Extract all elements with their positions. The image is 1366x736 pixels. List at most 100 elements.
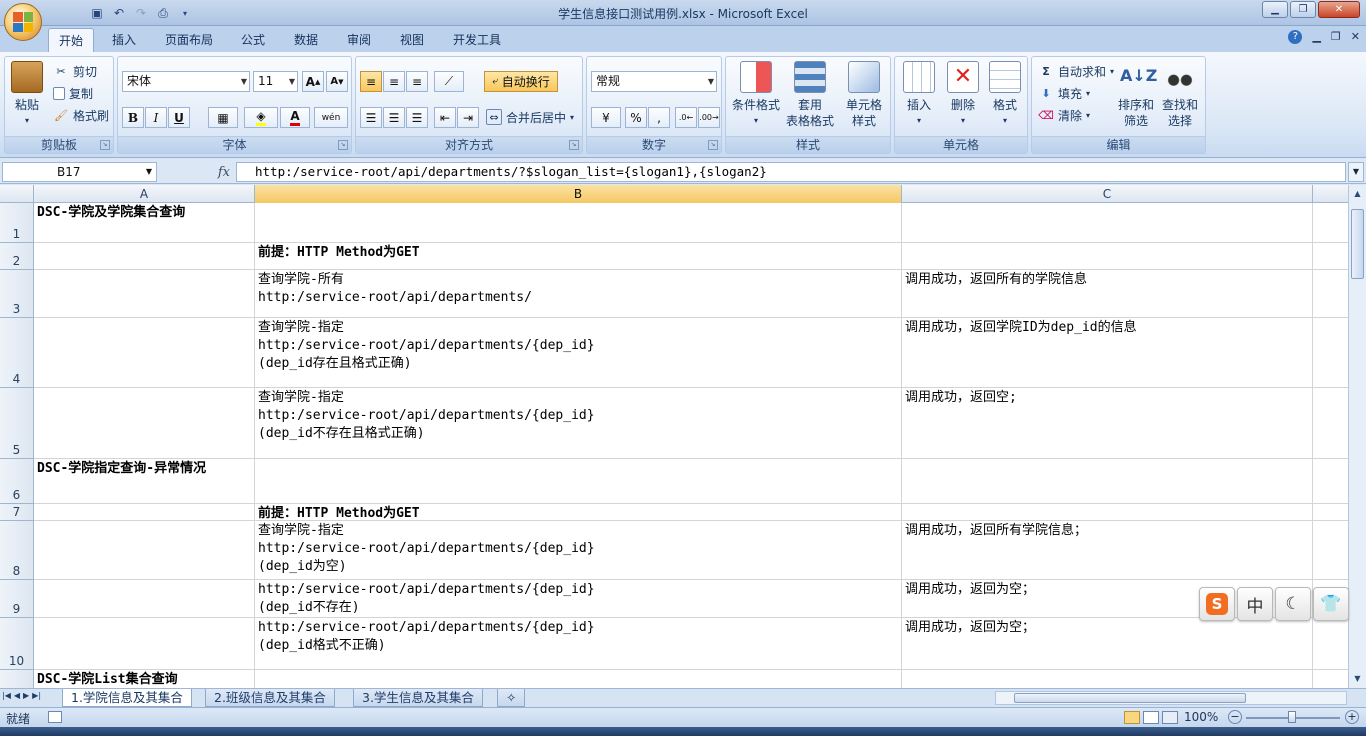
cell-b[interactable]: http:/service-root/api/departments/{dep_… — [255, 618, 902, 670]
cell-d[interactable] — [1313, 459, 1348, 504]
cell-c[interactable]: 调用成功，返回空; — [902, 388, 1313, 459]
row-header[interactable]: 8 — [0, 521, 34, 580]
zoom-out-icon[interactable]: − — [1228, 710, 1242, 724]
italic-button[interactable]: I — [145, 107, 167, 128]
column-header-b[interactable]: B — [255, 185, 902, 203]
insert-sheet-button[interactable]: ✧ — [497, 689, 525, 707]
sogou-logo-icon[interactable]: S — [1199, 587, 1235, 621]
row-header[interactable]: 2 — [0, 243, 34, 270]
font-color-button[interactable]: A — [280, 107, 310, 128]
row-header[interactable]: 6 — [0, 459, 34, 504]
cut-button[interactable]: ✂ 剪切 — [53, 61, 97, 81]
prev-sheet-icon[interactable]: ◀ — [14, 691, 20, 700]
skin-shirt-icon[interactable]: 👕 — [1313, 587, 1349, 621]
cell-a[interactable] — [34, 521, 255, 580]
macro-record-icon[interactable] — [48, 711, 62, 723]
cell-c[interactable] — [902, 243, 1313, 270]
cell-d[interactable] — [1313, 270, 1348, 318]
select-all-corner[interactable] — [0, 185, 34, 203]
cell-b[interactable] — [255, 670, 902, 688]
decrease-indent-button[interactable]: ⇤ — [434, 107, 456, 128]
cell-b[interactable]: 前提：HTTP Method为GET — [255, 243, 902, 270]
page-break-view-icon[interactable] — [1162, 711, 1178, 724]
cell-c[interactable]: 调用成功，返回所有学院信息； — [902, 521, 1313, 580]
cell-c[interactable] — [902, 459, 1313, 504]
align-middle-button[interactable]: ≡ — [383, 71, 405, 92]
orientation-button[interactable]: ⟋ — [434, 71, 464, 92]
cell-a[interactable] — [34, 270, 255, 318]
tab-page-layout[interactable]: 页面布局 — [155, 28, 223, 52]
sheet-tab-2[interactable]: 2.班级信息及其集合 — [205, 689, 335, 707]
ribbon-minimize-icon[interactable]: ▁ — [1312, 30, 1320, 44]
vertical-scroll-thumb[interactable] — [1351, 209, 1364, 279]
cell-d[interactable] — [1313, 318, 1348, 388]
cell-a[interactable] — [34, 618, 255, 670]
formula-input[interactable]: http:/service-root/api/departments/?$slo… — [236, 162, 1346, 182]
cell-c[interactable] — [902, 504, 1313, 521]
scroll-down-icon[interactable]: ▼ — [1351, 672, 1364, 686]
alignment-launcher-icon[interactable]: ↘ — [569, 140, 579, 150]
insert-function-button[interactable]: fx — [160, 162, 236, 182]
tab-home[interactable]: 开始 — [48, 28, 95, 52]
cell-b[interactable]: 查询学院-指定 http:/service-root/api/departmen… — [255, 521, 902, 580]
restore-button[interactable]: ❐ — [1290, 1, 1316, 18]
cell-d[interactable] — [1313, 504, 1348, 521]
number-format-select[interactable]: 常规 ▼ — [591, 71, 717, 92]
row-header[interactable]: 7 — [0, 504, 34, 521]
format-as-table-button[interactable]: 套用 表格格式 — [786, 61, 834, 129]
row-header[interactable] — [0, 670, 34, 688]
cell-b[interactable]: 查询学院-指定 http:/service-root/api/departmen… — [255, 318, 902, 388]
bold-button[interactable]: B — [122, 107, 144, 128]
delete-cells-button[interactable]: ✕ 删除 ▾ — [947, 61, 979, 129]
cell-a[interactable] — [34, 388, 255, 459]
comma-button[interactable]: , — [648, 107, 670, 128]
zoom-level[interactable]: 100% — [1184, 710, 1218, 724]
cell-c[interactable]: 调用成功，返回所有的学院信息 — [902, 270, 1313, 318]
align-bottom-button[interactable]: ≡ — [406, 71, 428, 92]
font-size-select[interactable]: 11 ▼ — [253, 71, 298, 92]
cell-a[interactable] — [34, 580, 255, 618]
row-header[interactable]: 5 — [0, 388, 34, 459]
page-layout-view-icon[interactable] — [1143, 711, 1159, 724]
cell-a[interactable]: DSC-学院指定查询-异常情况 — [34, 459, 255, 504]
autosum-button[interactable]: Σ 自动求和 ▾ — [1038, 61, 1114, 81]
cell-a[interactable] — [34, 243, 255, 270]
tab-formulas[interactable]: 公式 — [231, 28, 275, 52]
tab-data[interactable]: 数据 — [284, 28, 328, 52]
sort-filter-button[interactable]: A↓Z 排序和 筛选 — [1118, 61, 1157, 129]
cell-a[interactable]: DSC-学院List集合查询 — [34, 670, 255, 688]
borders-button[interactable]: ▦ — [208, 107, 238, 128]
find-select-button[interactable]: 查找和 选择 — [1162, 61, 1198, 129]
clipboard-launcher-icon[interactable]: ↘ — [100, 140, 110, 150]
increase-decimal-button[interactable]: .0← — [675, 107, 697, 128]
chinese-mode-button[interactable]: 中 — [1237, 587, 1273, 621]
fill-button[interactable]: ⬇ 填充 ▾ — [1038, 83, 1090, 103]
horizontal-scrollbar[interactable] — [995, 691, 1347, 705]
row-header[interactable]: 1 — [0, 203, 34, 243]
cell-b[interactable]: 查询学院-所有 http:/service-root/api/departmen… — [255, 270, 902, 318]
cell-styles-button[interactable]: 单元格 样式 — [846, 61, 882, 129]
increase-indent-button[interactable]: ⇥ — [457, 107, 479, 128]
sheet-tab-1[interactable]: 1.学院信息及其集合 — [62, 689, 192, 707]
wrap-text-button[interactable]: ⤶ 自动换行 — [484, 71, 558, 92]
format-painter-button[interactable]: 🖌 格式刷 — [53, 105, 109, 125]
cell-c[interactable]: 调用成功，返回学院ID为dep_id的信息 — [902, 318, 1313, 388]
format-cells-button[interactable]: 格式 ▾ — [989, 61, 1021, 129]
cell-b[interactable]: 前提：HTTP Method为GET — [255, 504, 902, 521]
merge-center-button[interactable]: ⇔ 合并后居中 ▾ — [486, 107, 574, 127]
align-top-button[interactable]: ≡ — [360, 71, 382, 92]
minimize-button[interactable]: ▁ — [1262, 1, 1288, 18]
cell-a[interactable] — [34, 504, 255, 521]
row-header[interactable]: 10 — [0, 618, 34, 670]
font-name-select[interactable]: 宋体 ▼ — [122, 71, 250, 92]
cell-c[interactable] — [902, 203, 1313, 243]
cell-c[interactable] — [902, 670, 1313, 688]
currency-button[interactable]: ¥ — [591, 107, 621, 128]
align-center-button[interactable]: ☰ — [383, 107, 405, 128]
tab-view[interactable]: 视图 — [390, 28, 434, 52]
first-sheet-icon[interactable]: |◀ — [2, 691, 11, 700]
column-header-a[interactable]: A — [34, 185, 255, 203]
cell-d[interactable] — [1313, 243, 1348, 270]
cell-d[interactable] — [1313, 618, 1348, 670]
horizontal-scroll-thumb[interactable] — [1014, 693, 1246, 703]
